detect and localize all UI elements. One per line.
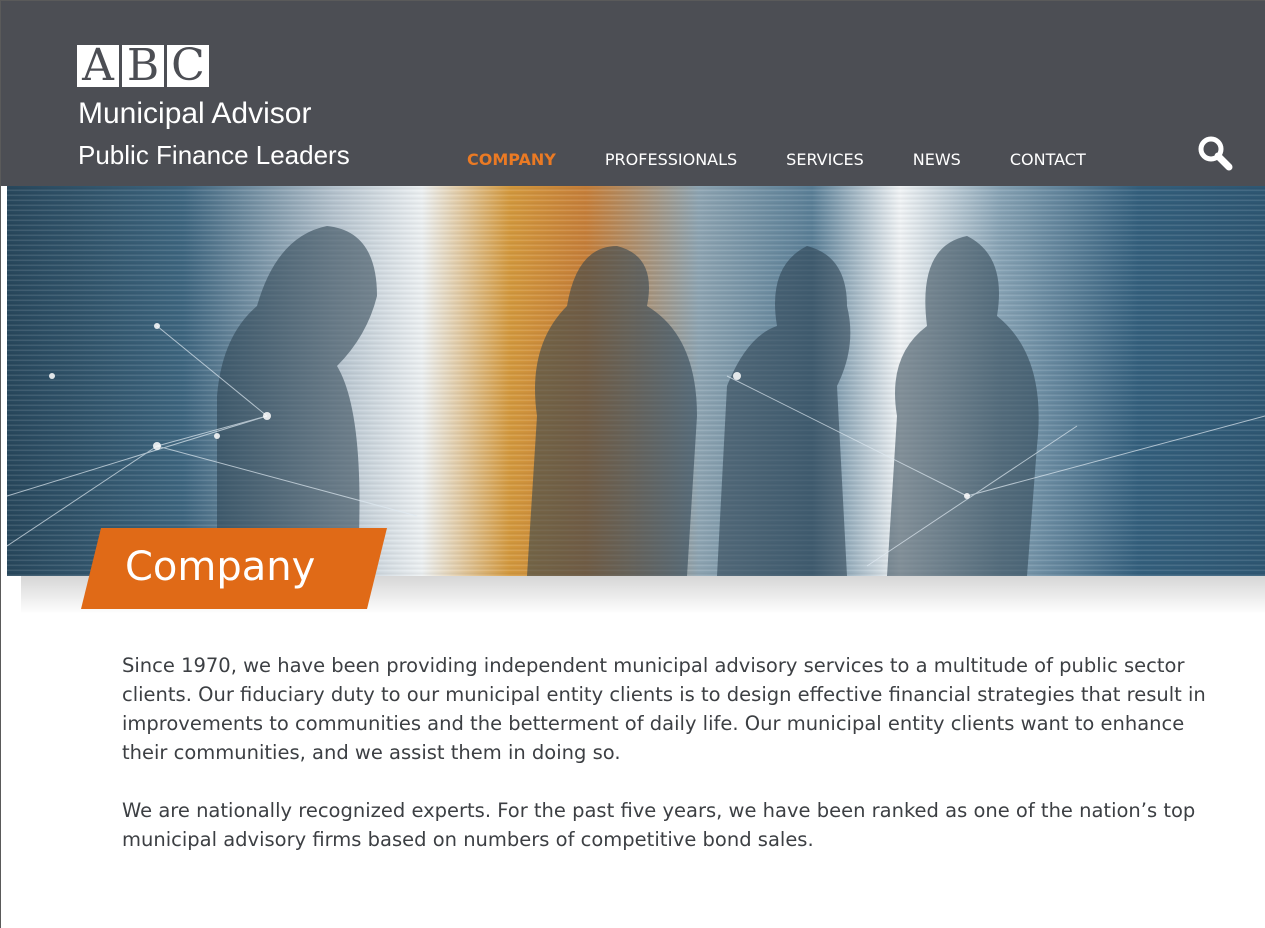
nav-item-professionals[interactable]: PROFESSIONALS xyxy=(605,150,737,169)
recognition-paragraph: We are nationally recognized experts. Fo… xyxy=(122,799,1196,851)
nav-item-services[interactable]: SERVICES xyxy=(786,150,864,169)
page: A B C Municipal Advisor Public Finance L… xyxy=(0,0,1265,928)
brand-tagline: Public Finance Leaders xyxy=(78,140,350,170)
logo-letter-b: B xyxy=(122,45,164,87)
hero-banner-image xyxy=(7,186,1265,576)
main-nav: COMPANY PROFESSIONALS SERVICES NEWS CONT… xyxy=(467,147,1086,171)
brand-name: Municipal Advisor xyxy=(78,97,312,130)
logo-link[interactable]: A B C Municipal Advisor Public Finance L… xyxy=(1,1,401,186)
logo-letter-a: A xyxy=(77,45,119,87)
nav-item-contact[interactable]: CONTACT xyxy=(1010,150,1086,169)
search-icon xyxy=(1198,136,1233,171)
nav-item-company[interactable]: COMPANY xyxy=(467,150,556,169)
page-title: Company xyxy=(125,544,316,590)
search-button[interactable] xyxy=(1197,135,1233,171)
logo-letter-c: C xyxy=(167,45,209,87)
main-content: Since 1970, we have been providing indep… xyxy=(122,651,1232,883)
site-header: A B C Municipal Advisor Public Finance L… xyxy=(1,1,1265,186)
page-title-tag: Company xyxy=(81,528,387,609)
logo-mark: A B C xyxy=(77,45,209,87)
nav-item-news[interactable]: NEWS xyxy=(913,150,961,169)
hero-silhouettes xyxy=(7,226,1265,576)
intro-paragraph: Since 1970, we have been providing indep… xyxy=(122,654,1206,764)
